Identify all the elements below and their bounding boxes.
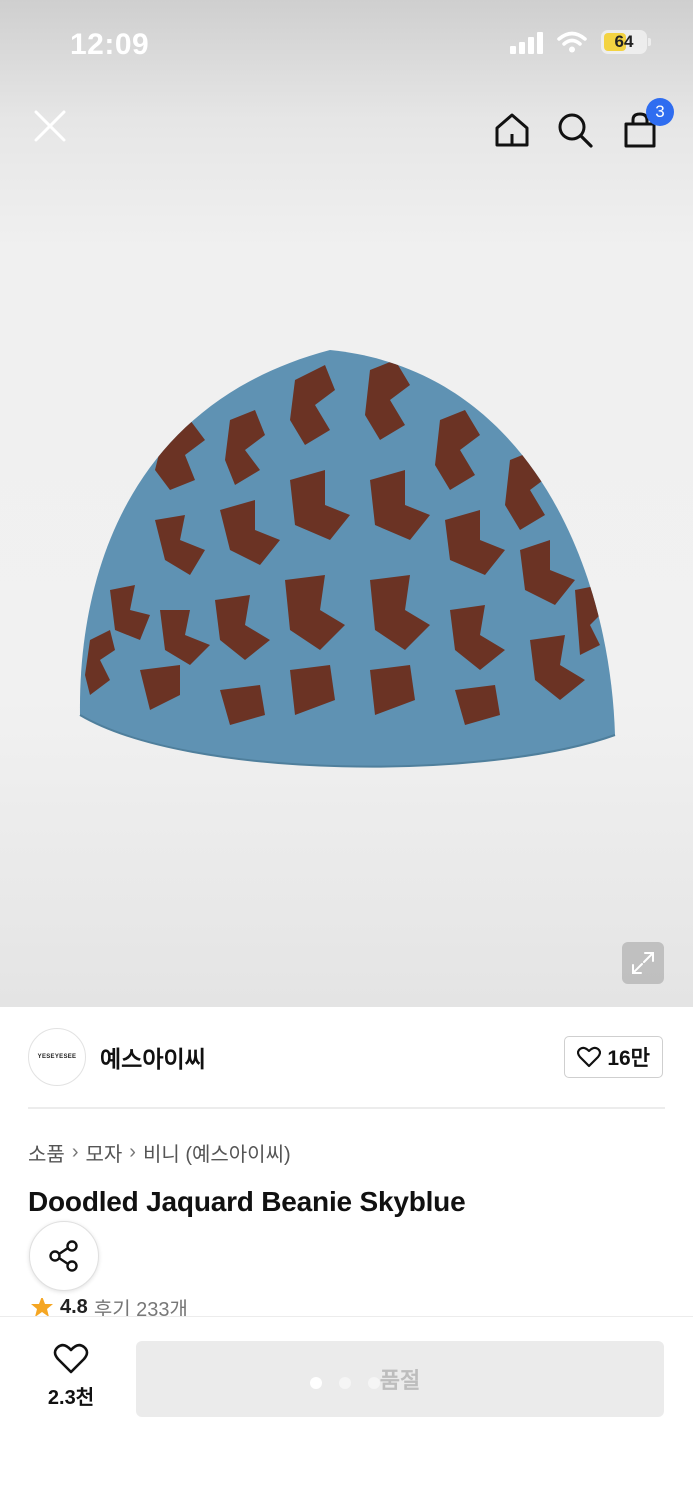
share-icon: [49, 1240, 78, 1272]
breadcrumb: 소품 › 모자 › 비니 (예스아이씨): [28, 1138, 291, 1167]
status-time: 12:09: [70, 28, 150, 61]
wishlist-count: 2.3천: [47, 1387, 95, 1409]
rating-score: 4.8: [60, 1298, 88, 1316]
cart-count-badge: 3: [646, 98, 674, 126]
star-icon: [31, 1298, 53, 1316]
brand-row[interactable]: YESEYESEE 예스아이씨 16만: [28, 1028, 665, 1086]
home-icon: [495, 113, 529, 147]
soldout-button[interactable]: 품절: [136, 1341, 664, 1417]
breadcrumb-item[interactable]: 비니 (예스아이씨): [143, 1138, 291, 1167]
status-icons: 64: [510, 30, 651, 54]
wishlist-button[interactable]: 2.3천: [40, 1343, 102, 1410]
wifi-icon: [557, 31, 587, 53]
close-icon: [34, 110, 66, 142]
product-image-area[interactable]: 12:09 64 3: [0, 0, 693, 1007]
close-button[interactable]: [28, 104, 72, 148]
expand-image-button[interactable]: [622, 942, 664, 984]
divider: [28, 1107, 665, 1109]
rating-row[interactable]: 4.8 후기 233개: [30, 1298, 188, 1316]
beanie-image: [79, 350, 616, 768]
page-dot: [368, 1377, 380, 1389]
battery-icon: 64: [601, 30, 651, 54]
brand-like-count: 16만: [607, 1047, 650, 1070]
brand-name[interactable]: 예스아이씨: [100, 1040, 206, 1074]
page-dot: [339, 1377, 351, 1389]
product-title: Doodled Jaquard Beanie Skyblue: [28, 1186, 466, 1217]
breadcrumb-item[interactable]: 모자: [85, 1138, 122, 1167]
heart-icon: [53, 1343, 89, 1374]
cart-button[interactable]: 3: [618, 98, 674, 152]
cellular-signal-icon: [510, 30, 543, 54]
heart-icon: [577, 1046, 602, 1068]
review-count: 후기 233개: [93, 1298, 188, 1317]
search-button[interactable]: [553, 108, 597, 152]
bottom-bar: 2.3천 품절: [0, 1316, 693, 1500]
breadcrumb-item[interactable]: 소품: [28, 1138, 65, 1167]
share-button[interactable]: [29, 1221, 99, 1291]
page-dot: [310, 1377, 322, 1389]
image-page-indicator: [310, 1377, 380, 1389]
chevron-right-icon: ›: [71, 1141, 79, 1163]
chevron-right-icon: ›: [129, 1141, 136, 1163]
brand-logo[interactable]: YESEYESEE: [28, 1028, 86, 1086]
soldout-label: 품절: [379, 1368, 421, 1393]
brand-like-button[interactable]: 16만: [564, 1036, 663, 1078]
home-button[interactable]: [490, 108, 534, 152]
search-icon: [558, 113, 593, 148]
expand-icon: [632, 952, 654, 974]
